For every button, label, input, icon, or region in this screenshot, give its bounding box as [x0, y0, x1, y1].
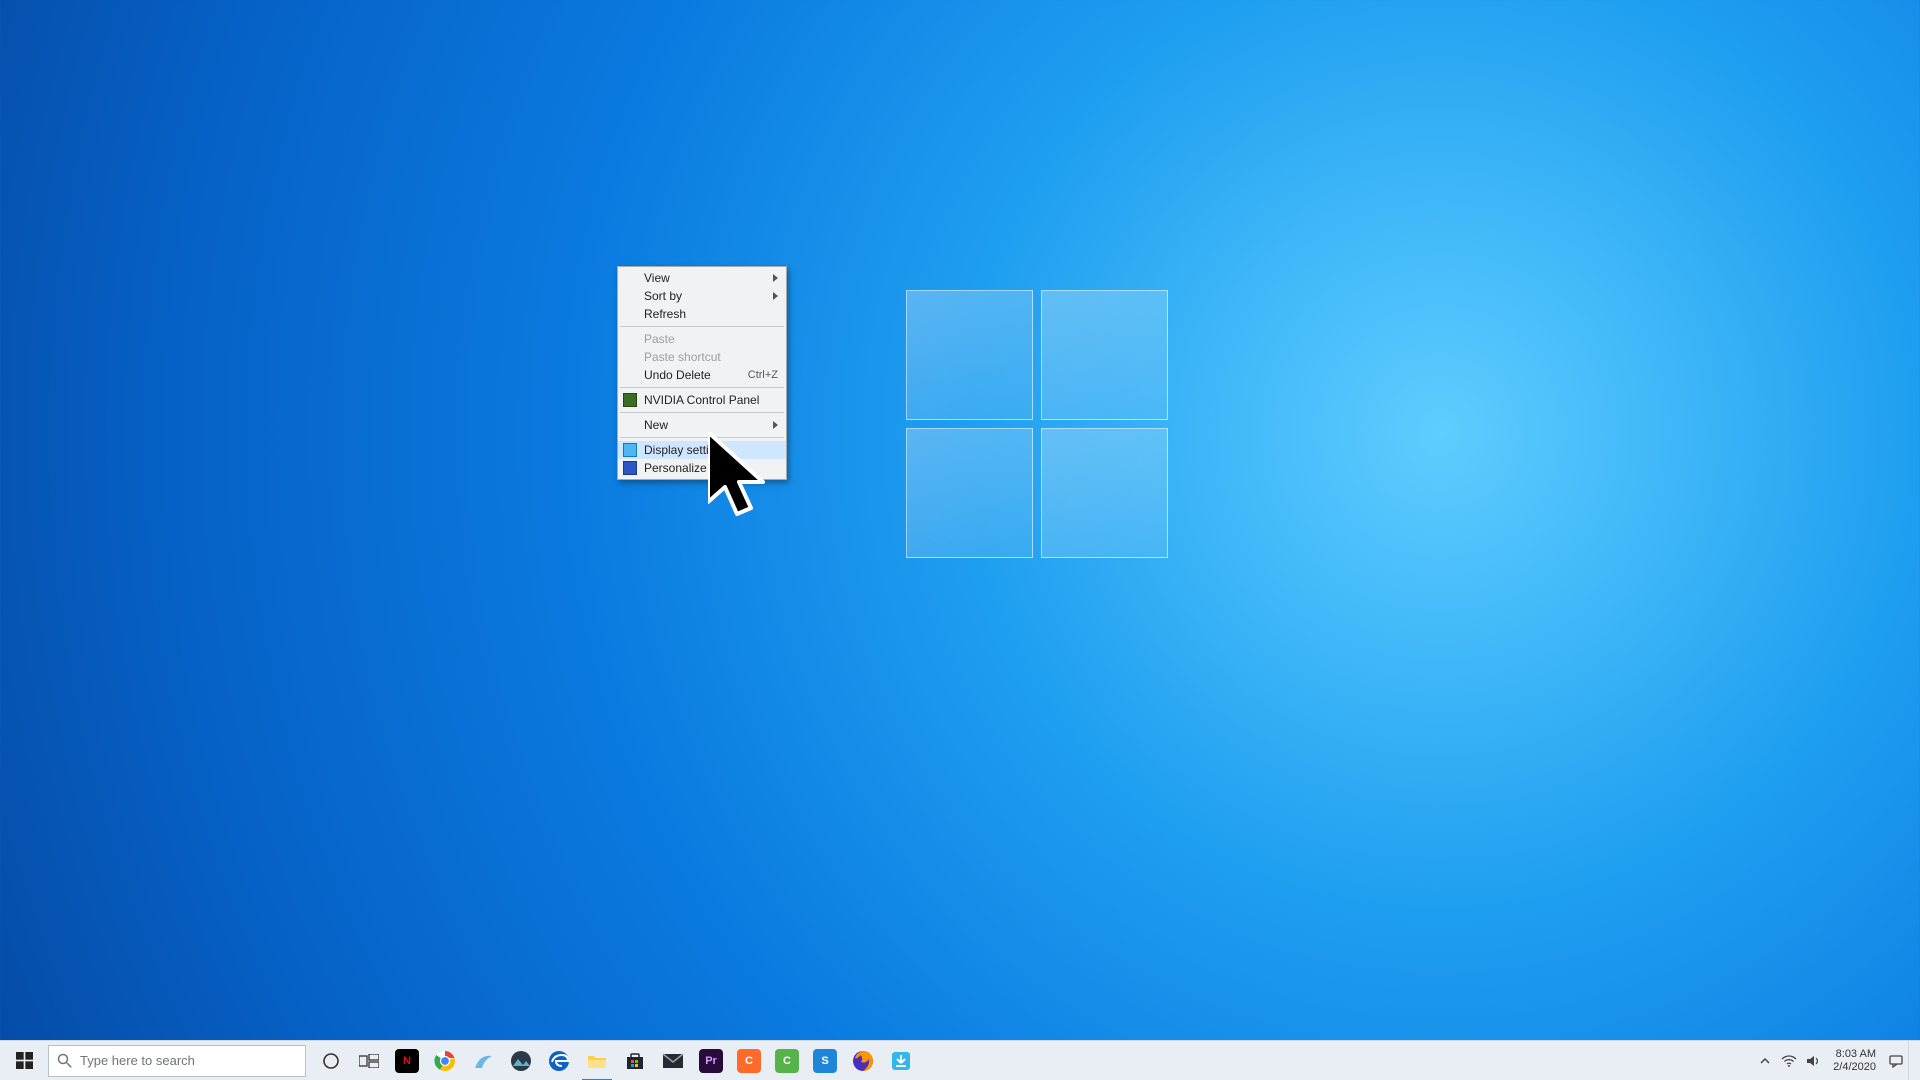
search-icon: [57, 1053, 72, 1068]
tray-volume[interactable]: [1801, 1041, 1825, 1080]
notification-icon: [1888, 1053, 1904, 1069]
app-orange-c-icon: C: [737, 1049, 761, 1073]
mail-icon: [661, 1049, 685, 1073]
menu-item-paste-shortcut: Paste shortcut: [618, 348, 786, 366]
menu-item-nvidia-control-panel[interactable]: NVIDIA Control Panel: [618, 391, 786, 409]
start-button[interactable]: [0, 1041, 48, 1080]
menu-item-label: Undo Delete: [644, 368, 748, 382]
taskbar-app-task-view[interactable]: [350, 1041, 388, 1080]
taskbar-app-file-explorer[interactable]: [578, 1041, 616, 1080]
menu-item-personalize[interactable]: Personalize: [618, 459, 786, 477]
photos-icon: [509, 1049, 533, 1073]
menu-item-label: Sort by: [644, 289, 778, 303]
taskbar-apps: NPrCCS: [312, 1041, 920, 1080]
menu-item-new[interactable]: New: [618, 416, 786, 434]
tray-action-center[interactable]: [1884, 1041, 1908, 1080]
chrome-icon: [433, 1049, 457, 1073]
chevron-right-icon: [773, 292, 778, 300]
menu-item-label: NVIDIA Control Panel: [644, 393, 778, 407]
taskbar-app-edge[interactable]: [540, 1041, 578, 1080]
display-icon: [623, 443, 637, 457]
taskbar-app-firefox[interactable]: [844, 1041, 882, 1080]
system-tray: 8:03 AM 2/4/2020: [1753, 1041, 1920, 1080]
premiere-pro-icon: Pr: [699, 1049, 723, 1073]
task-view-icon: [357, 1049, 381, 1073]
taskbar-app-chrome[interactable]: [426, 1041, 464, 1080]
menu-separator: [620, 412, 784, 413]
chevron-right-icon: [773, 421, 778, 429]
taskbar-app-photos[interactable]: [502, 1041, 540, 1080]
search-box[interactable]: Type here to search: [48, 1045, 306, 1077]
edge-icon: [547, 1049, 571, 1073]
desktop-context-menu[interactable]: View Sort by Refresh Paste Paste shortcut Und…: [617, 266, 787, 480]
taskbar: Type here to search NPrCCS 8:03 AM 2/4/2…: [0, 1040, 1920, 1080]
taskbar-app-netflix[interactable]: N: [388, 1041, 426, 1080]
speaker-icon: [1805, 1053, 1821, 1069]
windows-logo-pane: [906, 428, 1033, 558]
tray-time: 8:03 AM: [1833, 1048, 1876, 1061]
chevron-up-icon: [1759, 1055, 1771, 1067]
show-desktop-button[interactable]: [1908, 1041, 1916, 1080]
tray-clock[interactable]: 8:03 AM 2/4/2020: [1825, 1048, 1884, 1074]
tray-wifi[interactable]: [1777, 1041, 1801, 1080]
menu-item-view[interactable]: View: [618, 269, 786, 287]
menu-separator: [620, 387, 784, 388]
app-blue-wing-icon: [471, 1049, 495, 1073]
taskbar-app-mail[interactable]: [654, 1041, 692, 1080]
menu-item-sort-by[interactable]: Sort by: [618, 287, 786, 305]
taskbar-app-app-blue-wing[interactable]: [464, 1041, 502, 1080]
windows-logo-pane: [1041, 428, 1168, 558]
menu-separator: [620, 326, 784, 327]
menu-item-label: Refresh: [644, 307, 778, 321]
netflix-icon: N: [395, 1049, 419, 1073]
free-download-manager-icon: [889, 1049, 913, 1073]
windows-logo-watermark: [906, 290, 1168, 558]
menu-item-undo-delete[interactable]: Undo DeleteCtrl+Z: [618, 366, 786, 384]
menu-separator: [620, 437, 784, 438]
snagit-icon: S: [813, 1049, 837, 1073]
taskbar-app-snagit[interactable]: S: [806, 1041, 844, 1080]
menu-item-paste: Paste: [618, 330, 786, 348]
menu-item-refresh[interactable]: Refresh: [618, 305, 786, 323]
tray-date: 2/4/2020: [1833, 1061, 1876, 1074]
taskbar-app-premiere-pro[interactable]: Pr: [692, 1041, 730, 1080]
windows-logo-pane: [1041, 290, 1168, 420]
windows-icon: [16, 1052, 33, 1069]
menu-item-display-settings[interactable]: Display settings: [618, 441, 786, 459]
taskbar-app-cortana[interactable]: [312, 1041, 350, 1080]
microsoft-store-icon: [623, 1049, 647, 1073]
camtasia-icon: C: [775, 1049, 799, 1073]
nvidia-icon: [623, 393, 637, 407]
menu-item-label: Paste: [644, 332, 778, 346]
menu-item-label: New: [644, 418, 778, 432]
cortana-icon: [319, 1049, 343, 1073]
menu-item-label: Personalize: [644, 461, 778, 475]
menu-item-label: Display settings: [644, 443, 778, 457]
personalize-icon: [623, 461, 637, 475]
tray-chevron-up[interactable]: [1753, 1041, 1777, 1080]
chevron-right-icon: [773, 274, 778, 282]
search-placeholder: Type here to search: [80, 1053, 297, 1068]
file-explorer-icon: [585, 1049, 609, 1073]
taskbar-app-camtasia[interactable]: C: [768, 1041, 806, 1080]
taskbar-app-microsoft-store[interactable]: [616, 1041, 654, 1080]
menu-item-label: View: [644, 271, 778, 285]
wifi-icon: [1781, 1053, 1797, 1069]
menu-item-accelerator: Ctrl+Z: [748, 369, 778, 381]
taskbar-app-free-download-manager[interactable]: [882, 1041, 920, 1080]
firefox-icon: [851, 1049, 875, 1073]
menu-item-label: Paste shortcut: [644, 350, 778, 364]
windows-logo-pane: [906, 290, 1033, 420]
taskbar-app-app-orange-c[interactable]: C: [730, 1041, 768, 1080]
